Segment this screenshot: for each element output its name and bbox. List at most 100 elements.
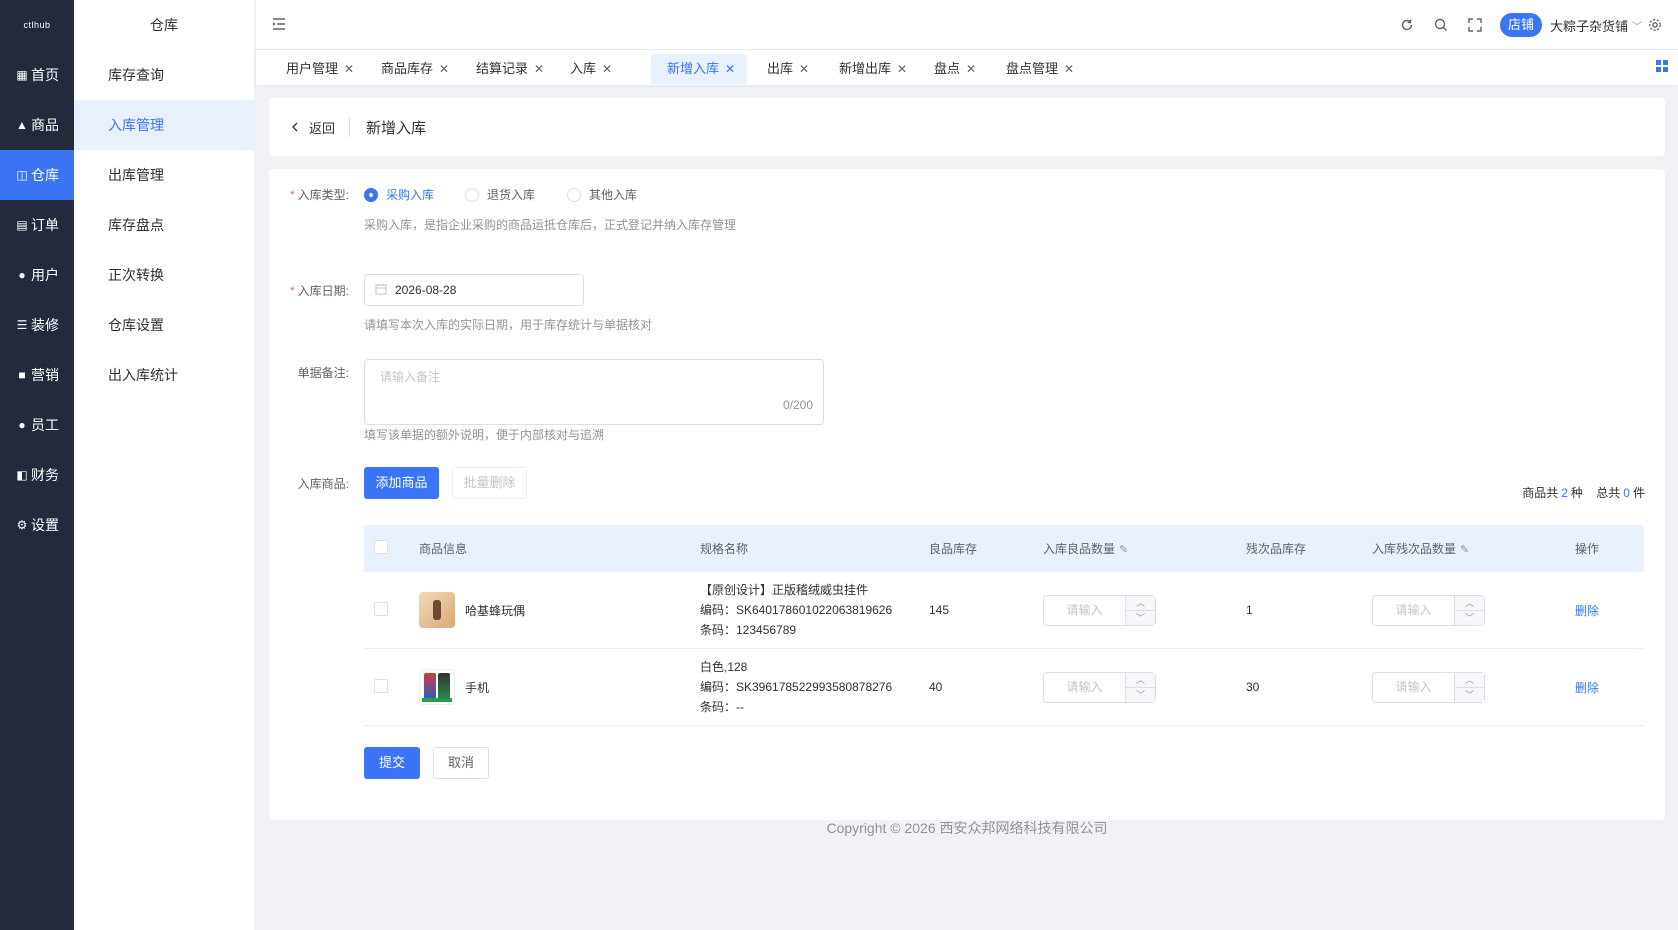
store-badge[interactable]: 店铺: [1499, 13, 1542, 37]
radio-return-inbound[interactable]: 退货入库: [465, 186, 535, 203]
tab-stocktake-management[interactable]: 盘点管理 ✕: [976, 54, 1074, 84]
decrement-icon[interactable]: ﹀: [1455, 610, 1484, 625]
nav-item-home[interactable]: ▦ 首页: [0, 50, 74, 100]
defect-qty-cell: ︿﹀: [1372, 671, 1575, 703]
inbound-form: * 入库类型: 采购入库 退货入库 其他入库 采购入库，是指企业采购的商品运抵仓库…: [269, 169, 1665, 820]
nav-item-marketing[interactable]: ■ 营销: [0, 350, 74, 400]
submenu-item-stocktaking[interactable]: 库存盘点: [74, 200, 254, 250]
tab-outbound[interactable]: 出库 ✕: [737, 54, 809, 84]
stepper-arrows: ︿ ﹀: [1125, 672, 1155, 702]
calendar-icon: [375, 283, 387, 298]
remark-label: 单据备注:: [297, 366, 349, 380]
row-checkbox[interactable]: [374, 678, 388, 693]
nav-item-orders[interactable]: ▤ 订单: [0, 200, 74, 250]
nav-item-label: 设置: [31, 517, 59, 533]
good-qty-input[interactable]: [1044, 595, 1125, 625]
defect-qty-stepper[interactable]: ︿﹀: [1372, 594, 1485, 626]
radio-purchase-inbound[interactable]: 采购入库: [364, 186, 434, 203]
submenu-item-inout-stats[interactable]: 出入库统计: [74, 350, 254, 400]
nav-item-label: 员工: [31, 417, 59, 433]
good-qty-input[interactable]: [1044, 672, 1125, 702]
tab-new-inbound[interactable]: 新增入库 ✕: [651, 54, 748, 84]
menu-collapse-icon[interactable]: [271, 16, 287, 32]
nav-item-label: 财务: [31, 467, 59, 483]
edit-icon[interactable]: ✎: [1460, 544, 1469, 556]
tab-stocktake[interactable]: 盘点 ✕: [904, 54, 976, 84]
summary-total-prefix: 总共: [1596, 486, 1621, 500]
good-qty-cell: ︿﹀: [1043, 594, 1246, 626]
refresh-icon[interactable]: [1390, 0, 1424, 50]
tab-label: 出库: [767, 61, 794, 76]
nav-item-products[interactable]: ▲ 商品: [0, 100, 74, 150]
tab-label: 新增入库: [667, 61, 720, 76]
submenu-item-inbound-management[interactable]: 入库管理: [74, 100, 254, 150]
tab-label: 商品库存: [381, 61, 434, 76]
delete-link[interactable]: 删除: [1575, 681, 1599, 695]
actions-cell: 删除: [1575, 602, 1644, 619]
good-qty-stepper[interactable]: ︿﹀: [1043, 594, 1156, 626]
good-qty-stepper[interactable]: ︿﹀: [1043, 671, 1156, 703]
close-icon[interactable]: ✕: [1064, 62, 1074, 76]
nav-item-finance[interactable]: ◧ 财务: [0, 450, 74, 500]
nav-item-users[interactable]: ● 用户: [0, 250, 74, 300]
close-icon[interactable]: ✕: [602, 62, 612, 76]
nav-item-decoration[interactable]: ☰ 装修: [0, 300, 74, 350]
date-picker[interactable]: 2026-08-28: [364, 274, 584, 306]
defect-qty-input[interactable]: [1373, 672, 1454, 702]
tabs-menu-icon[interactable]: [1656, 60, 1668, 72]
submenu-item-warehouse-settings[interactable]: 仓库设置: [74, 300, 254, 350]
delete-link[interactable]: 删除: [1575, 604, 1599, 618]
increment-icon[interactable]: ︿: [1126, 595, 1155, 611]
add-product-button[interactable]: 添加商品: [364, 467, 439, 499]
tab-new-outbound[interactable]: 新增出库 ✕: [809, 54, 907, 84]
store-switcher[interactable]: 大粽子杂货铺 ﹀: [1550, 16, 1642, 35]
defect-qty-input[interactable]: [1373, 595, 1454, 625]
edit-icon[interactable]: ✎: [1119, 544, 1128, 556]
select-all-checkbox[interactable]: [374, 540, 388, 554]
tab-label: 盘点管理: [1006, 61, 1059, 76]
nav-item-settings[interactable]: ⚙ 设置: [0, 500, 74, 550]
decrement-icon[interactable]: ﹀: [1126, 610, 1155, 625]
decrement-icon[interactable]: ﹀: [1455, 687, 1484, 702]
batch-delete-button[interactable]: 批量删除: [452, 467, 527, 499]
increment-icon[interactable]: ︿: [1455, 595, 1484, 611]
main-nav: ▦ 首页 ▲ 商品 ◫ 仓库 ▤ 订单 ● 用户 ☰ 装修 ■ 营销 ● 员工 ◧ 财务 ⚙ 设置: [0, 50, 74, 550]
user-icon: ●: [18, 418, 26, 432]
submenu-item-outbound-management[interactable]: 出库管理: [74, 150, 254, 200]
tab-settlement-records[interactable]: 结算记录 ✕: [446, 54, 544, 84]
nav-item-label: 商品: [31, 117, 59, 133]
radio-other-inbound[interactable]: 其他入库: [567, 186, 637, 203]
decrement-icon[interactable]: ﹀: [1126, 687, 1155, 702]
close-icon[interactable]: ✕: [725, 62, 735, 76]
wallet-icon: ◧: [16, 468, 28, 482]
cancel-button[interactable]: 取消: [433, 747, 489, 779]
thumbnail-base: [422, 698, 452, 702]
date-hint: 请填写本次入库的实际日期，用于库存统计与单据核对: [364, 318, 653, 332]
increment-icon[interactable]: ︿: [1455, 672, 1484, 688]
nav-item-staff[interactable]: ● 员工: [0, 400, 74, 450]
settings-gear-icon[interactable]: [1642, 0, 1668, 50]
bag-icon: ▲: [16, 118, 28, 132]
tab-inbound[interactable]: 入库 ✕: [540, 54, 612, 84]
nav-item-warehouse[interactable]: ◫ 仓库: [0, 150, 74, 200]
submenu-item-stock-query[interactable]: 库存查询: [74, 50, 254, 100]
row-checkbox[interactable]: [374, 601, 388, 616]
close-icon[interactable]: ✕: [966, 62, 976, 76]
product-thumbnail: [419, 669, 455, 705]
remark-textarea[interactable]: [365, 360, 823, 424]
date-value: 2026-08-28: [395, 283, 457, 297]
tab-product-stock[interactable]: 商品库存 ✕: [351, 54, 449, 84]
remark-char-count: 0/200: [782, 398, 813, 412]
defect-qty-stepper[interactable]: ︿﹀: [1372, 671, 1485, 703]
good-stock: 145: [929, 603, 950, 617]
back-button[interactable]: 返回: [291, 117, 351, 137]
fullscreen-icon[interactable]: [1458, 0, 1492, 50]
table-row: 哈基蜂玩偶 【原创设计】正版稽绒威虫挂件 编码：SK64017860102206…: [364, 572, 1644, 649]
submit-button[interactable]: 提交: [364, 747, 420, 779]
header-defect-stock: 残次品库存: [1246, 542, 1307, 556]
increment-icon[interactable]: ︿: [1126, 672, 1155, 688]
search-icon[interactable]: [1424, 0, 1458, 50]
submenu-item-grade-conversion[interactable]: 正次转换: [74, 250, 254, 300]
close-icon[interactable]: ✕: [799, 62, 809, 76]
tab-user-management[interactable]: 用户管理 ✕: [256, 54, 354, 84]
